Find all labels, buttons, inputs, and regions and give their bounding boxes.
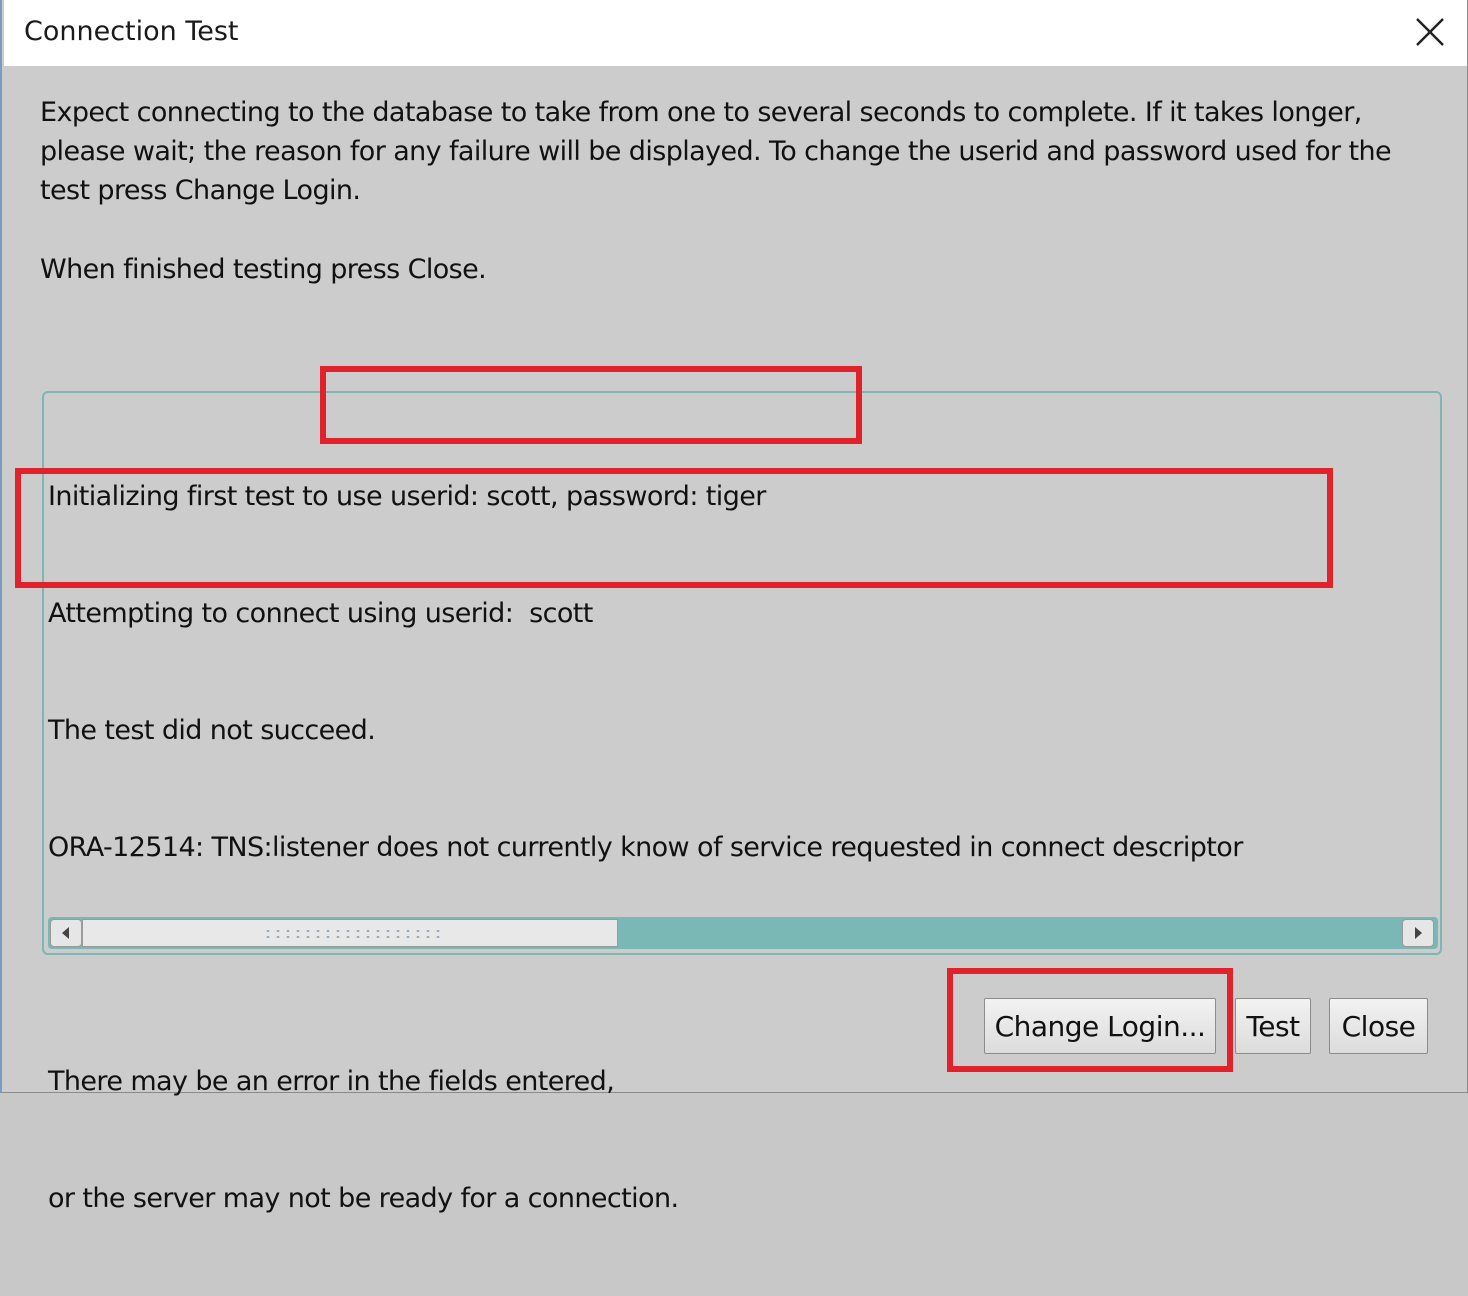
- intro-line: test press Change Login.: [40, 175, 361, 206]
- close-icon[interactable]: [1412, 14, 1448, 50]
- result-line: ORA-12514: TNS:listener does not current…: [48, 832, 1243, 863]
- connection-test-dialog: Connection Test Expect connecting to the…: [0, 0, 1468, 1214]
- scroll-thumb[interactable]: [82, 919, 618, 947]
- result-line: Attempting to connect using userid: scot…: [48, 598, 593, 629]
- horizontal-scrollbar[interactable]: [48, 917, 1438, 949]
- arrow-left-icon: [62, 927, 69, 939]
- scroll-left-button[interactable]: [50, 919, 82, 947]
- intro-line: please wait; the reason for any failure …: [40, 136, 1392, 167]
- scroll-right-button[interactable]: [1402, 919, 1434, 947]
- title-bar: Connection Test: [4, 0, 1467, 66]
- finish-instruction: When finished testing press Close.: [40, 254, 487, 285]
- window-title: Connection Test: [24, 16, 239, 47]
- result-line: or the server may not be ready for a con…: [48, 1183, 679, 1214]
- highlight-box-credentials: [320, 366, 862, 444]
- result-line: The test did not succeed.: [48, 715, 376, 746]
- arrow-right-icon: [1415, 927, 1422, 939]
- intro-text: Expect connecting to the database to tak…: [40, 93, 1450, 210]
- close-button[interactable]: Close: [1329, 998, 1428, 1054]
- test-button[interactable]: Test: [1235, 998, 1311, 1054]
- highlight-box-error: [15, 468, 1333, 588]
- intro-line: Expect connecting to the database to tak…: [40, 97, 1362, 128]
- grip-icon: [263, 928, 443, 940]
- highlight-box-change-login: [947, 968, 1233, 1072]
